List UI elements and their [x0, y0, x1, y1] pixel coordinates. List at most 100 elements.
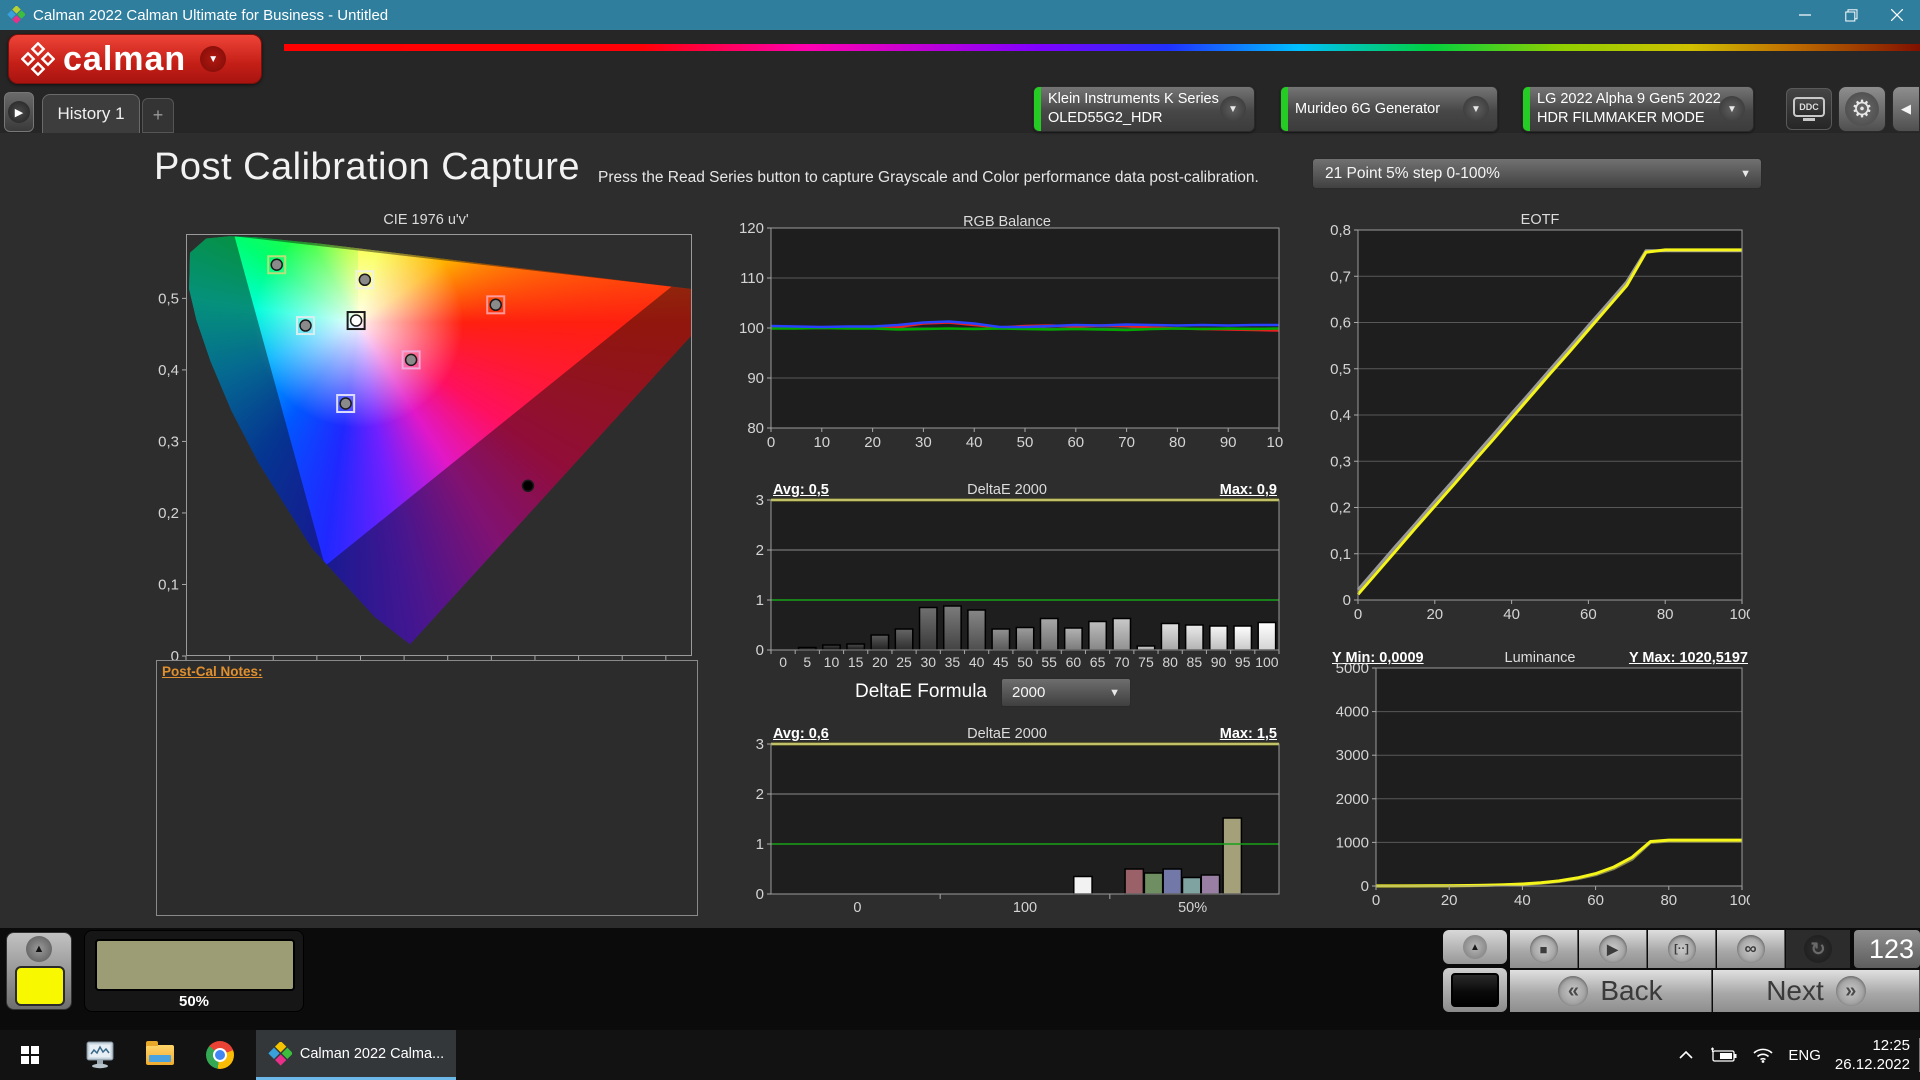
svg-text:90: 90	[1211, 654, 1227, 670]
left-arrow-icon: ◀	[1901, 101, 1911, 117]
settings-button[interactable]: ⚙	[1838, 86, 1886, 132]
svg-text:0,7: 0,7	[1330, 268, 1351, 285]
svg-text:0,6: 0,6	[1330, 315, 1351, 332]
generator-source-dropdown[interactable]: Murideo 6G Generator ▼	[1280, 86, 1498, 132]
svg-text:30: 30	[915, 434, 932, 451]
file-explorer-button[interactable]	[132, 1030, 188, 1080]
svg-text:20: 20	[1441, 892, 1458, 909]
svg-text:0: 0	[1372, 892, 1380, 909]
svg-text:85: 85	[1187, 654, 1203, 670]
pattern-window-icon	[1451, 973, 1499, 1007]
stop-button[interactable]: ■	[1510, 930, 1578, 968]
up-arrow-icon[interactable]: ▲	[26, 936, 52, 962]
back-label: Back	[1600, 975, 1662, 1007]
add-tab-button[interactable]: +	[142, 98, 174, 133]
svg-text:10: 10	[824, 654, 840, 670]
svg-text:40: 40	[1503, 606, 1520, 623]
play-icon: ▶	[1599, 935, 1627, 963]
svg-text:80: 80	[1660, 892, 1677, 909]
clock-date: 26.12.2022	[1835, 1055, 1910, 1074]
right-arrow-icon: ▶	[8, 101, 30, 123]
svg-text:120: 120	[739, 220, 764, 237]
calman-logo-icon	[21, 42, 55, 76]
clock[interactable]: 12:25 26.12.2022	[1835, 1036, 1910, 1074]
wifi-icon[interactable]	[1752, 1047, 1774, 1063]
battery-icon[interactable]	[1708, 1047, 1738, 1063]
pattern-preview-panel: 50%	[84, 930, 304, 1012]
tab-history-1[interactable]: History 1	[42, 94, 140, 133]
task-manager-button[interactable]	[72, 1030, 128, 1080]
svg-text:60: 60	[1580, 606, 1597, 623]
meter-source-dropdown[interactable]: Klein Instruments K Series OLED55G2_HDR …	[1033, 86, 1255, 132]
svg-text:0,2: 0,2	[158, 505, 179, 522]
play-button[interactable]: ▶	[1579, 930, 1647, 968]
ddc-monitor-stand	[1803, 118, 1815, 121]
refresh-read-button[interactable]: ↻	[1786, 930, 1850, 968]
svg-text:60: 60	[1587, 892, 1604, 909]
taskbar-item-calman[interactable]: Calman 2022 Calma...	[256, 1030, 456, 1080]
svg-text:0,1: 0,1	[158, 576, 179, 593]
next-button[interactable]: Next »	[1713, 970, 1920, 1012]
svg-text:0: 0	[1354, 606, 1362, 623]
svg-text:55: 55	[1041, 654, 1057, 670]
display-source-dropdown[interactable]: LG 2022 Alpha 9 Gen5 2022 HDR FILMMAKER …	[1522, 86, 1754, 132]
stop-icon: ■	[1530, 935, 1558, 963]
calman-logo-button[interactable]: calman ▼	[8, 34, 262, 84]
workflow-expand-button[interactable]: ▶	[4, 92, 34, 132]
calman-app-icon	[7, 6, 25, 24]
logo-dropdown-arrow[interactable]: ▼	[200, 46, 226, 72]
svg-text:40: 40	[966, 434, 983, 451]
svg-text:100: 100	[1013, 900, 1037, 916]
taskbar-item-label: Calman 2022 Calma...	[300, 1046, 444, 1062]
svg-text:0: 0	[1343, 592, 1351, 609]
svg-text:50%: 50%	[1178, 900, 1207, 916]
continuous-read-button[interactable]: ∞	[1717, 930, 1785, 968]
luminance-chart: Y Min: 0,0009 Luminance Y Max: 1020,5197…	[1330, 650, 1750, 912]
svg-text:100: 100	[1266, 434, 1283, 451]
deltae-grayscale-chart: Avg: 0,5 DeltaE 2000 Max: 0,9 0510152025…	[731, 482, 1283, 672]
meter-panel-expand-button[interactable]: ▲	[1443, 930, 1507, 964]
svg-text:25: 25	[896, 654, 912, 670]
svg-text:0,1: 0,1	[1330, 546, 1351, 563]
svg-text:0: 0	[756, 642, 764, 659]
svg-text:0: 0	[779, 654, 787, 670]
ddc-button[interactable]: DDC	[1786, 88, 1832, 130]
restore-button[interactable]	[1828, 0, 1874, 30]
chevron-down-icon: ▼	[1719, 96, 1745, 122]
point-layout-dropdown[interactable]: 21 Point 5% step 0-100% ▼	[1312, 158, 1762, 189]
calman-taskbar-icon	[268, 1042, 292, 1066]
chrome-button[interactable]	[192, 1030, 248, 1080]
pattern-preview-patch[interactable]	[95, 939, 295, 991]
post-cal-notes-box[interactable]: Post-Cal Notes:	[156, 660, 698, 916]
svg-text:100: 100	[739, 320, 764, 337]
start-button[interactable]	[0, 1030, 60, 1080]
language-indicator[interactable]: ENG	[1788, 1047, 1821, 1064]
svg-text:10: 10	[813, 434, 830, 451]
svg-text:100: 100	[1729, 892, 1750, 909]
gear-icon: ⚙	[1845, 92, 1879, 126]
source-status-bar	[1523, 87, 1530, 131]
svg-text:0,4: 0,4	[1330, 407, 1351, 424]
collapse-panel-button[interactable]: ◀	[1892, 86, 1920, 132]
svg-text:50: 50	[1017, 654, 1033, 670]
deltae-formula-label: DeltaE Formula	[855, 681, 987, 703]
cie-chart: CIE 1976 u'v' 00,10,20,30,40,500,050,10,…	[150, 212, 702, 682]
svg-text:0: 0	[756, 886, 764, 903]
minimize-button[interactable]	[1782, 0, 1828, 30]
source-status-bar	[1034, 87, 1041, 131]
deltae-formula-dropdown[interactable]: 2000 ▼	[1001, 678, 1131, 707]
current-color-swatch[interactable]	[15, 966, 65, 1006]
svg-text:75: 75	[1138, 654, 1154, 670]
svg-text:0: 0	[1361, 878, 1369, 895]
task-manager-icon	[85, 1041, 115, 1069]
cie-axes: 00,10,20,30,40,500,050,10,150,20,250,30,…	[150, 212, 702, 682]
svg-text:2000: 2000	[1336, 791, 1369, 808]
close-button[interactable]	[1874, 0, 1920, 30]
pattern-window-button[interactable]	[1443, 968, 1507, 1012]
step-read-button[interactable]: [··]	[1648, 930, 1716, 968]
tray-chevron-icon[interactable]	[1678, 1050, 1694, 1060]
svg-text:45: 45	[993, 654, 1009, 670]
back-button[interactable]: « Back	[1510, 970, 1712, 1012]
svg-text:0,3: 0,3	[1330, 453, 1351, 470]
svg-text:60: 60	[1067, 434, 1084, 451]
